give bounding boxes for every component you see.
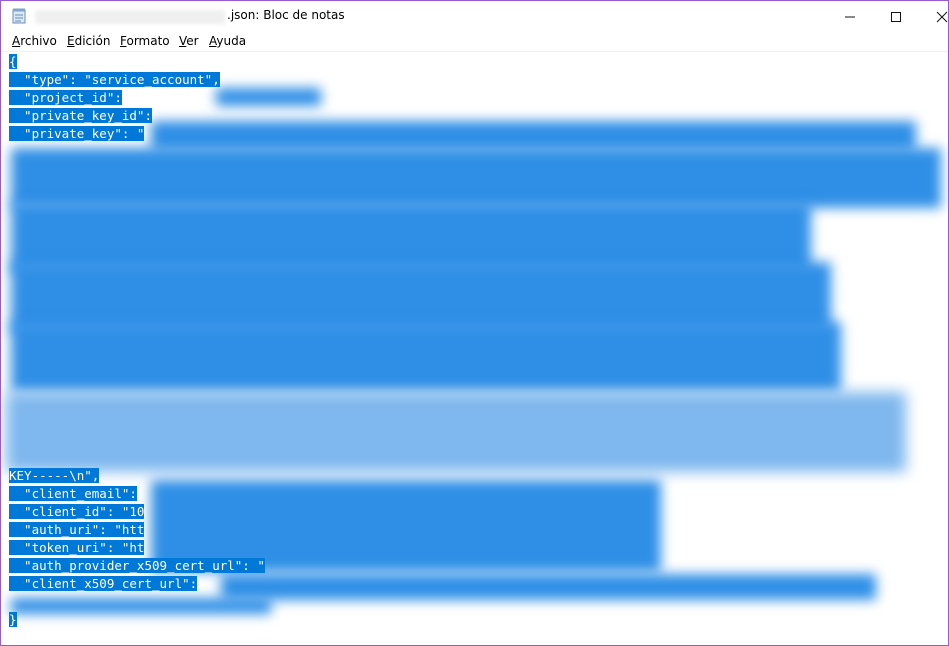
redacted-project-id xyxy=(216,88,321,106)
code-line-close-brace: } xyxy=(9,612,17,627)
code-line-client-email: "client_email": xyxy=(9,486,137,501)
code-line-token-uri: "token_uri": "ht xyxy=(9,540,145,555)
code-line-auth-provider-cert: "auth_provider_x509_cert_url": " xyxy=(9,558,265,573)
redacted-private-key-id xyxy=(151,121,916,151)
menu-archivo[interactable]: Archivo xyxy=(12,34,57,48)
code-line-project-id: "project_id": xyxy=(9,90,122,105)
close-icon xyxy=(936,11,948,23)
code-line-client-cert: "client_x509_cert_url": xyxy=(9,576,198,591)
code-line-private-key: "private_key": " xyxy=(9,126,145,141)
minimize-button[interactable] xyxy=(827,1,873,32)
code-line-key-tail: KEY-----\n", xyxy=(9,468,100,483)
code-line-private-key-id: "private_key_id": xyxy=(9,108,152,123)
title-bar[interactable]: .json: Bloc de notas xyxy=(1,1,948,32)
menu-edicion[interactable]: Edición xyxy=(67,34,110,48)
close-button[interactable] xyxy=(919,1,948,32)
menu-ver[interactable]: Ver xyxy=(179,34,199,48)
code-line-type: "type": "service_account", xyxy=(9,72,220,87)
code-line-client-id: "client_id": "10 xyxy=(9,504,145,519)
code-line-open-brace: { xyxy=(9,54,17,69)
window-title: .json: Bloc de notas xyxy=(227,8,345,22)
notepad-icon xyxy=(12,8,26,24)
redacted-key-block-5 xyxy=(6,392,906,472)
minimize-icon xyxy=(845,16,855,18)
maximize-icon xyxy=(891,12,901,22)
menu-bar: Archivo Edición Formato Ver Ayuda xyxy=(1,32,948,51)
redacted-key-block-4 xyxy=(11,322,841,392)
title-filename-redacted xyxy=(35,10,225,24)
notepad-window: .json: Bloc de notas Archivo Edición For… xyxy=(0,0,949,646)
text-editor-area[interactable]: { "type": "service_account", "project_id… xyxy=(1,51,948,645)
redacted-cert-url xyxy=(221,574,876,600)
menu-ayuda[interactable]: Ayuda xyxy=(209,34,246,48)
maximize-button[interactable] xyxy=(873,1,919,32)
redacted-key-block-1 xyxy=(11,148,941,208)
redacted-cert-url-tail xyxy=(11,598,271,614)
code-line-auth-uri: "auth_uri": "htt xyxy=(9,522,145,537)
menu-formato[interactable]: Formato xyxy=(120,34,170,48)
